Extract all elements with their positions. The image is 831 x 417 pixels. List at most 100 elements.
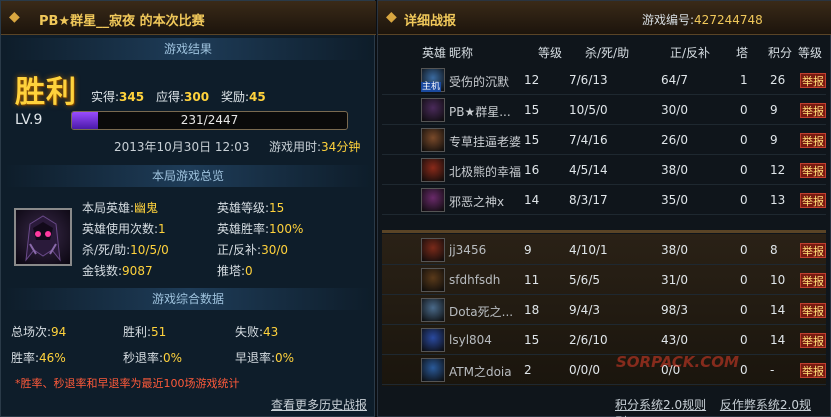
player-row: sfdhfsdh 11 5/6/5 31/0 0 10 举报 xyxy=(382,266,826,295)
report-button[interactable]: 举报 xyxy=(800,163,826,178)
player-kda: 8/3/17 xyxy=(569,193,608,207)
player-name[interactable]: jj3456 xyxy=(449,243,486,257)
player-level: 2 xyxy=(524,363,532,377)
player-towers: 0 xyxy=(740,103,748,117)
report-button[interactable]: 举报 xyxy=(800,243,826,258)
player-row: 专草挂逼老婆 15 7/4/16 26/0 0 9 举报 xyxy=(382,126,826,155)
match-summary-panel: ◆ PB★群星__寂夜 的本次比赛 游戏结果 胜利 实得:345 应得:300 … xyxy=(0,0,376,417)
score-rules-link[interactable]: 积分系统2.0规则 xyxy=(615,398,706,412)
player-name[interactable]: 受伤的沉默 xyxy=(449,73,509,90)
hero-avatar-icon xyxy=(421,188,445,212)
hero-name: 本局英雄:幽鬼 xyxy=(82,201,159,215)
report-button[interactable]: 举报 xyxy=(800,303,826,318)
hero-avatar-icon xyxy=(421,328,445,352)
player-score: 10 xyxy=(770,273,786,287)
result-label: 胜利 xyxy=(15,75,77,110)
player-kda: 7/6/13 xyxy=(569,73,608,87)
footer-links: 积分系统2.0规则 反作弊系统2.0规则 xyxy=(615,396,830,417)
hero-kda: 杀/死/助:10/5/0 xyxy=(82,243,169,257)
player-row: Dota死之... 18 9/4/3 98/3 0 14 举报 xyxy=(382,296,826,325)
player-towers: 0 xyxy=(740,273,748,287)
section-header-stats: 游戏综合数据 xyxy=(5,288,371,310)
stat-losses: 失败:43 xyxy=(235,325,279,339)
player-cs: 31/0 xyxy=(661,273,688,287)
col-header-kda: 杀/死/助 xyxy=(585,46,630,60)
player-name[interactable]: PB★群星... xyxy=(449,103,511,120)
player-level: 11 xyxy=(524,273,540,287)
report-button[interactable]: 举报 xyxy=(800,73,826,88)
player-kda: 5/6/5 xyxy=(569,273,600,287)
report-button[interactable]: 举报 xyxy=(800,273,826,288)
report-button[interactable]: 举报 xyxy=(800,363,826,378)
player-level: LV.9 xyxy=(15,112,43,128)
report-button[interactable]: 举报 xyxy=(800,193,826,208)
host-badge: 主机 xyxy=(421,82,442,92)
stat-winrate: 胜率:46% xyxy=(11,351,66,365)
section-header-result: 游戏结果 xyxy=(5,38,371,60)
section-header-overview: 本局游戏总览 xyxy=(5,165,371,187)
hero-avatar-icon xyxy=(421,158,445,182)
player-towers: 0 xyxy=(740,243,748,257)
panel-title-bar: ◆ PB★群星__寂夜 的本次比赛 xyxy=(1,1,376,35)
xp-progress-text: 231/2447 xyxy=(180,113,239,127)
player-score: 13 xyxy=(770,193,786,207)
watermark-logo: SORPACK.COM xyxy=(616,353,739,371)
report-button[interactable]: 举报 xyxy=(800,333,826,348)
hero-avatar-icon xyxy=(421,268,445,292)
player-name[interactable]: Dota死之... xyxy=(449,303,513,320)
player-cs: 43/0 xyxy=(661,333,688,347)
col-header-rank: 等级 xyxy=(798,46,823,60)
player-level: 15 xyxy=(524,333,540,347)
hero-cs: 正/反补:30/0 xyxy=(217,243,289,257)
hero-avatar-icon xyxy=(421,238,445,262)
player-towers: 0 xyxy=(740,333,748,347)
team-divider xyxy=(382,230,826,233)
report-button[interactable]: 举报 xyxy=(800,133,826,148)
player-name[interactable]: 邪恶之神x xyxy=(449,193,504,210)
col-header-nick: 昵称 xyxy=(449,46,474,60)
player-cs: 26/0 xyxy=(661,133,688,147)
game-id: 游戏编号:427244748 xyxy=(642,13,763,27)
match-datetime: 2013年10月30日 12:03 xyxy=(114,140,250,154)
player-kda: 0/0/0 xyxy=(569,363,600,377)
player-towers: 0 xyxy=(740,193,748,207)
hero-level: 英雄等级:15 xyxy=(217,201,285,215)
player-row: 主机 受伤的沉默 12 7/6/13 64/7 1 26 举报 xyxy=(382,66,826,95)
player-level: 18 xyxy=(524,303,540,317)
panel-title: PB★群星__寂夜 的本次比赛 xyxy=(39,14,205,29)
match-detail-panel: ◆ 详细战报 游戏编号:427244748 英雄 昵称 等级 杀/死/助 正/反… xyxy=(377,0,831,417)
match-duration: 游戏用时:34分钟 xyxy=(269,140,361,154)
more-history-link[interactable]: 查看更多历史战报 xyxy=(271,396,367,413)
col-header-hero: 英雄 xyxy=(422,46,447,60)
player-level: 15 xyxy=(524,133,540,147)
player-level: 9 xyxy=(524,243,532,257)
player-name[interactable]: 专草挂逼老婆 xyxy=(449,133,521,150)
player-score: - xyxy=(770,363,775,377)
player-kda: 10/5/0 xyxy=(569,103,608,117)
stat-early-leave-rate: 早退率:0% xyxy=(235,351,295,365)
hero-avatar-icon xyxy=(421,98,445,122)
stat-total: 总场次:94 xyxy=(11,325,67,339)
player-level: 15 xyxy=(524,103,540,117)
player-name[interactable]: lsyl804 xyxy=(449,333,492,347)
reward-stat: 奖励:45 xyxy=(221,90,266,104)
stat-wins: 胜利:51 xyxy=(123,325,167,339)
team-two-list: jj3456 9 4/10/1 38/0 0 8 举报 sfdhfsdh 11 5/6/5 31/0… xyxy=(382,234,826,386)
player-score: 12 xyxy=(770,163,786,177)
col-header-score: 积分 xyxy=(768,46,793,60)
player-score: 8 xyxy=(770,243,778,257)
player-row: 北极熊的幸福 16 4/5/14 38/0 0 12 举报 xyxy=(382,156,826,185)
player-name[interactable]: sfdhfsdh xyxy=(449,273,500,287)
hero-portrait xyxy=(14,208,72,266)
player-towers: 0 xyxy=(740,303,748,317)
player-score: 9 xyxy=(770,103,778,117)
player-name[interactable]: ATM之doia xyxy=(449,363,512,380)
player-name[interactable]: 北极熊的幸福 xyxy=(449,163,521,180)
should-stat: 应得:300 xyxy=(156,90,210,104)
col-header-tower: 塔 xyxy=(736,46,749,60)
player-towers: 0 xyxy=(740,363,748,377)
player-row: ATM之doia 2 0/0/0 0/0 0- 举报 xyxy=(382,356,826,385)
player-kda: 7/4/16 xyxy=(569,133,608,147)
report-button[interactable]: 举报 xyxy=(800,103,826,118)
hero-uses: 英雄使用次数:1 xyxy=(82,222,166,236)
